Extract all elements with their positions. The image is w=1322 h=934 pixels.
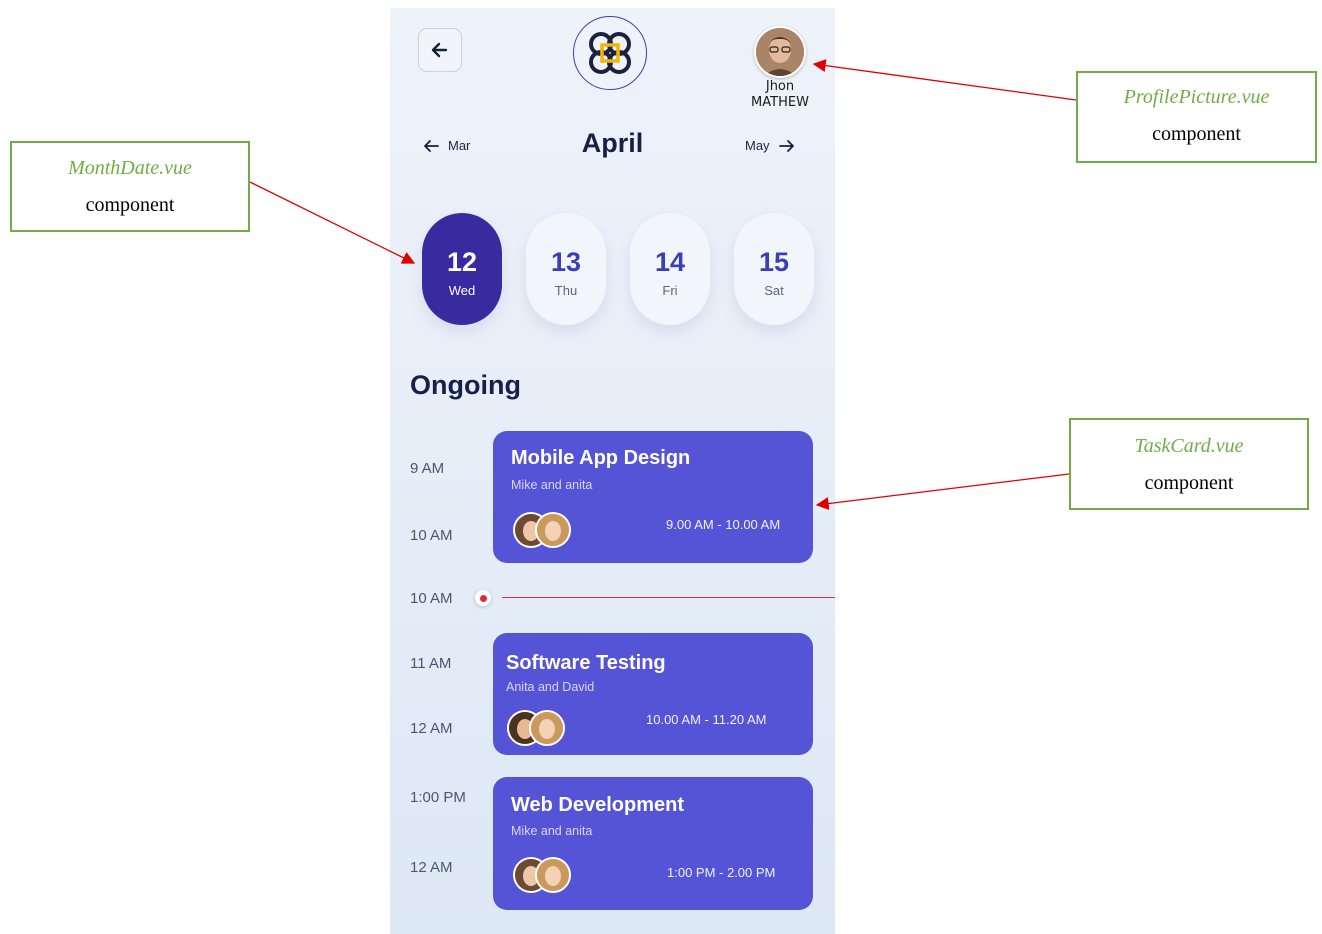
annotation-arrows bbox=[249, 59, 1077, 511]
arrow-taskcard bbox=[815, 473, 1070, 511]
arrow-monthdate bbox=[249, 181, 416, 264]
arrow-profilepicture bbox=[812, 59, 1077, 101]
